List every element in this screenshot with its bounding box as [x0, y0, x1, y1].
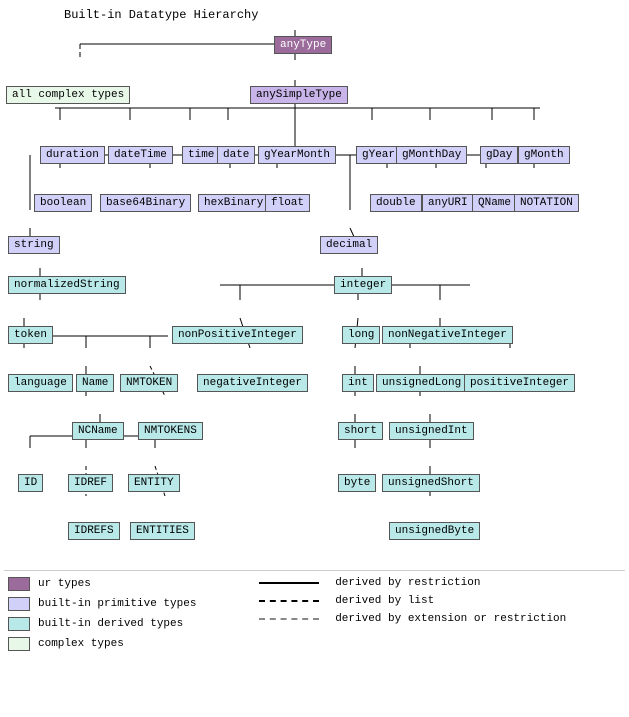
node-decimal: decimal: [320, 236, 378, 254]
legend-dashdot-icon: [259, 618, 319, 620]
legend-dashed-line: derived by list: [259, 595, 621, 607]
node-ENTITIES: ENTITIES: [130, 522, 195, 540]
node-anyType: anyType: [274, 36, 332, 54]
node-long: long: [342, 326, 380, 344]
node-gMonth: gMonth: [518, 146, 570, 164]
legend-dashed-label: derived by list: [335, 595, 434, 607]
node-ID: ID: [18, 474, 43, 492]
node-positiveInteger: positiveInteger: [464, 374, 575, 392]
node-gYearMonth: gYearMonth: [258, 146, 336, 164]
node-Name: Name: [76, 374, 114, 392]
legend-primitive-type: built-in primitive types: [8, 597, 249, 611]
legend-derived-label: built-in derived types: [38, 618, 183, 630]
node-token: token: [8, 326, 53, 344]
node-gMonthDay: gMonthDay: [396, 146, 467, 164]
node-NMTOKENS: NMTOKENS: [138, 422, 203, 440]
node-NOTATION: NOTATION: [514, 194, 579, 212]
diagram-title: Built-in Datatype Hierarchy: [4, 8, 625, 22]
legend-solid-label: derived by restriction: [335, 577, 480, 589]
node-nonNegativeInteger: nonNegativeInteger: [382, 326, 513, 344]
node-normalizedString: normalizedString: [8, 276, 126, 294]
node-unsignedLong: unsignedLong: [376, 374, 467, 392]
legend-types: ur types built-in primitive types built-…: [8, 577, 249, 651]
legend-primitive-label: built-in primitive types: [38, 598, 196, 610]
node-string: string: [8, 236, 60, 254]
legend-box-primitive: [8, 597, 30, 611]
node-date: date: [217, 146, 255, 164]
legend-box-derived: [8, 617, 30, 631]
node-NCName: NCName: [72, 422, 124, 440]
node-NMTOKEN: NMTOKEN: [120, 374, 178, 392]
legend-ur-type: ur types: [8, 577, 249, 591]
legend-dashed-icon: [259, 600, 319, 602]
legend-dashdot-line: derived by extension or restriction: [259, 613, 621, 625]
node-unsignedShort: unsignedShort: [382, 474, 480, 492]
node-anyURI: anyURI: [422, 194, 474, 212]
legend-lines: derived by restriction derived by list d…: [259, 577, 621, 651]
diagram-container: Built-in Datatype Hierarchy: [0, 0, 629, 665]
legend-derived-type: built-in derived types: [8, 617, 249, 631]
node-base64Binary: base64Binary: [100, 194, 191, 212]
legend-solid-icon: [259, 582, 319, 584]
node-float: float: [265, 194, 310, 212]
legend-box-ur: [8, 577, 30, 591]
node-negativeInteger: negativeInteger: [197, 374, 308, 392]
node-IDREF: IDREF: [68, 474, 113, 492]
node-hexBinary: hexBinary: [198, 194, 269, 212]
node-duration: duration: [40, 146, 105, 164]
node-nonPositiveInteger: nonPositiveInteger: [172, 326, 303, 344]
node-int: int: [342, 374, 374, 392]
node-double: double: [370, 194, 422, 212]
node-gDay: gDay: [480, 146, 518, 164]
node-gYear: gYear: [356, 146, 401, 164]
node-allComplexTypes: all complex types: [6, 86, 130, 104]
node-dateTime: dateTime: [108, 146, 173, 164]
node-IDREFS: IDREFS: [68, 522, 120, 540]
node-unsignedInt: unsignedInt: [389, 422, 474, 440]
node-anySimpleType: anySimpleType: [250, 86, 348, 104]
node-QName: QName: [472, 194, 517, 212]
node-ENTITY: ENTITY: [128, 474, 180, 492]
legend-solid-line: derived by restriction: [259, 577, 621, 589]
legend-ur-label: ur types: [38, 578, 91, 590]
legend-box-complex: [8, 637, 30, 651]
node-language: language: [8, 374, 73, 392]
legend: ur types built-in primitive types built-…: [4, 570, 625, 657]
legend-dashdot-label: derived by extension or restriction: [335, 613, 566, 625]
legend-complex-type: complex types: [8, 637, 249, 651]
node-unsignedByte: unsignedByte: [389, 522, 480, 540]
legend-complex-label: complex types: [38, 638, 124, 650]
node-time: time: [182, 146, 220, 164]
node-short: short: [338, 422, 383, 440]
node-byte: byte: [338, 474, 376, 492]
node-integer: integer: [334, 276, 392, 294]
node-boolean: boolean: [34, 194, 92, 212]
